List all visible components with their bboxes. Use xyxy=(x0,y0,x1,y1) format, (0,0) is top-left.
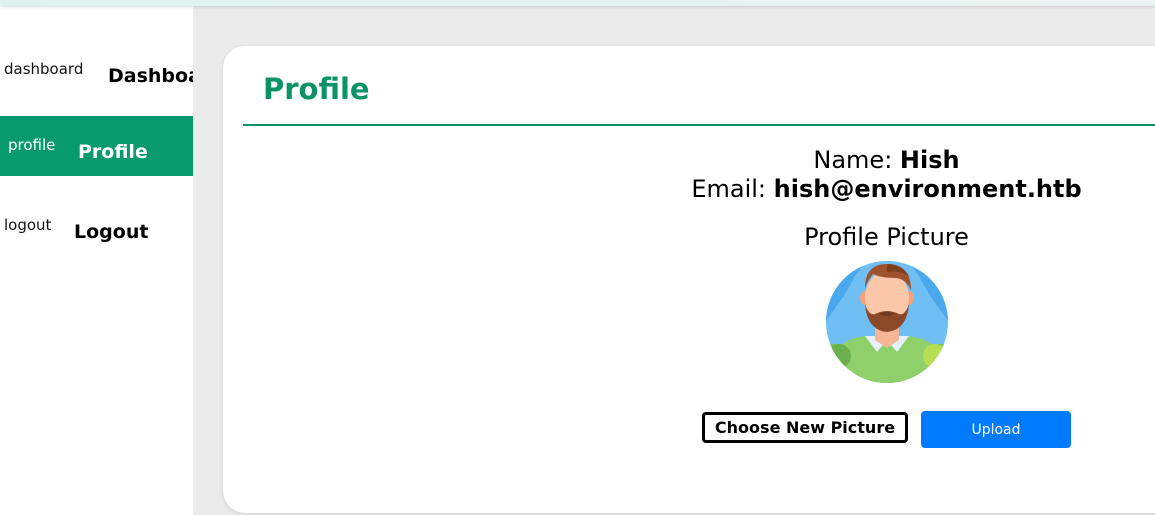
page-title: Profile xyxy=(263,72,370,106)
name-value: Hish xyxy=(899,146,960,174)
name-label: Name: xyxy=(813,146,893,174)
sidebar-item-label: Logout xyxy=(74,221,149,243)
sidebar-item-profile[interactable]: profile Profile xyxy=(0,116,193,176)
sidebar-item-dashboard[interactable]: dashboard Dashboard xyxy=(0,40,193,100)
email-label: Email: xyxy=(691,175,766,203)
upload-button[interactable]: Upload xyxy=(921,411,1071,448)
sidebar: dashboard Dashboard profile Profile logo… xyxy=(0,6,193,515)
title-divider xyxy=(243,124,1155,126)
logout-icon-alt-text: logout xyxy=(4,216,52,234)
top-bar xyxy=(0,0,1155,6)
profile-picture-heading: Profile Picture xyxy=(804,223,969,251)
profile-icon-alt-text: profile xyxy=(8,136,56,154)
sidebar-item-label: Dashboard xyxy=(108,65,193,87)
sidebar-item-logout[interactable]: logout Logout xyxy=(0,196,193,256)
dashboard-icon-alt-text: dashboard xyxy=(4,60,84,78)
email-line: Email: hish@environment.htb xyxy=(593,175,1155,203)
avatar xyxy=(826,261,948,383)
choose-new-picture-button[interactable]: Choose New Picture xyxy=(702,412,908,443)
sidebar-item-label: Profile xyxy=(78,141,148,163)
name-line: Name: Hish xyxy=(593,146,1155,174)
profile-card: Profile Name: Hish Email: hish@environme… xyxy=(223,46,1155,513)
email-value: hish@environment.htb xyxy=(773,175,1082,203)
